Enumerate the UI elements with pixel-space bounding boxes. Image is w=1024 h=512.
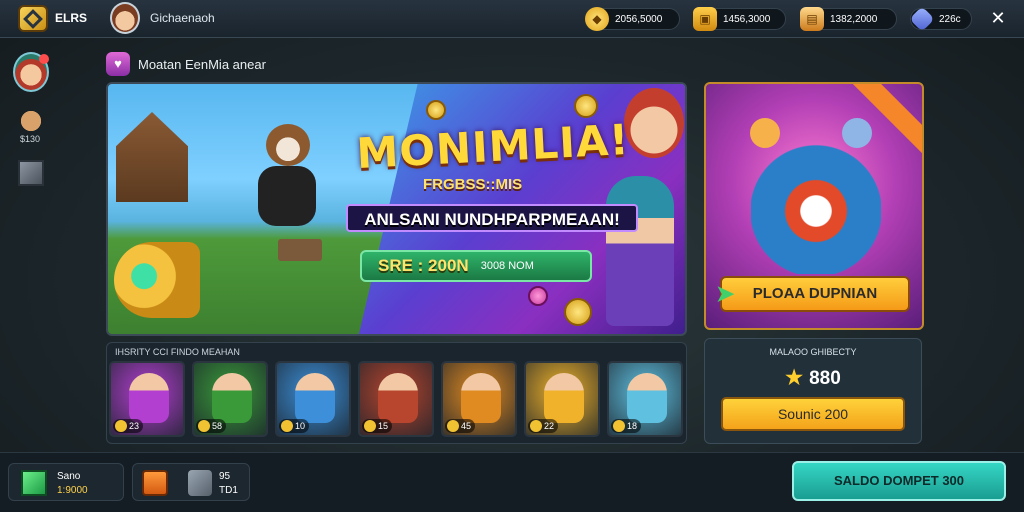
gems-value: 226c (939, 13, 961, 25)
hero-cost: 23 (113, 419, 144, 433)
close-icon[interactable]: ✕ (987, 7, 1009, 29)
hero-cost: 22 (528, 419, 559, 433)
inventory-widget[interactable]: 95 TD1 (132, 463, 250, 501)
gold-coin-icon: ◆ (585, 7, 609, 31)
cube-icon (188, 470, 212, 496)
inventory-count: 95 (219, 471, 231, 482)
hero-play-button[interactable]: ➤ PLOAA DUPNIAN (716, 276, 910, 312)
banner-hut-illustration (116, 112, 188, 202)
event-title: Moatan EenMia anear (138, 57, 266, 72)
hero-cost: 15 (362, 419, 393, 433)
notification-dot (39, 54, 49, 64)
hero-cost: 10 (279, 419, 310, 433)
hero-character (627, 373, 667, 423)
arrow-right-icon: ➤ (716, 281, 735, 306)
coin-icon (528, 286, 548, 306)
banner-subtitle: FRGBSS::MIS (423, 176, 523, 193)
chest-value: 1456,3000 (723, 13, 771, 25)
player-avatar[interactable] (110, 2, 140, 34)
wallet-title: MALAOO GHIBECTY (769, 347, 857, 357)
rail-character-label: $130 (19, 134, 41, 144)
hero-cost: 58 (196, 419, 227, 433)
banner-cta-price: SRE : 200N (378, 256, 469, 275)
coin-icon (574, 94, 598, 118)
rail-character-icon[interactable] (13, 108, 49, 134)
banner-cta-note: 3008 NOM (480, 260, 534, 272)
fist-icon (750, 118, 780, 148)
gold-counter[interactable]: ◆ 2056,5000 (585, 7, 680, 31)
chest-icon (142, 470, 168, 496)
hero-character (378, 373, 418, 423)
fist-icon (842, 118, 872, 148)
hero-tile[interactable]: 10 (275, 361, 351, 437)
hero-tile[interactable]: 23 (109, 361, 185, 437)
coin-icon (426, 100, 446, 120)
game-logo-icon[interactable] (18, 5, 48, 32)
hero-character (129, 373, 169, 423)
chest-icon: ▣ (693, 7, 717, 31)
banner-strip-text: ANLSANI NUNDHPARPMEAAN! (346, 204, 638, 232)
rail-inventory-button[interactable] (13, 160, 49, 192)
wallet-amount: 880 (809, 368, 841, 389)
hero-character (544, 373, 584, 423)
inventory-label: TD1 (219, 485, 238, 496)
hero-play-label: PLOAA DUPNIAN (752, 285, 878, 302)
hero-tile[interactable]: 22 (524, 361, 600, 437)
balance-widget[interactable]: Sano 1:9000 (8, 463, 124, 501)
banner-cta-button[interactable]: SRE : 200N 3008 NOM (360, 250, 592, 282)
balance-label: Sano (57, 471, 81, 482)
bottom-bar: Sano 1:9000 95 TD1 SALDO DOMPET 300 (0, 452, 1024, 512)
banner-stump-illustration (278, 239, 322, 261)
card-icon: ▤ (800, 7, 824, 31)
wallet-panel: MALAOO GHIBECTY ★ 880 Sounic 200 (704, 338, 922, 444)
heroes-panel-title: IHSRITY CCI FINDO MEAHAN (115, 347, 240, 357)
green-gem-icon (21, 470, 47, 496)
wallet-amount-row: ★ 880 (705, 365, 921, 390)
hero-tile[interactable]: 45 (441, 361, 517, 437)
top-bar: ELRS Gichaenaoh ◆ 2056,5000 ▣ 1456,3000 … (0, 0, 1024, 38)
featured-hero-card[interactable]: ➤ PLOAA DUPNIAN (704, 82, 924, 330)
hero-cost: 45 (445, 419, 476, 433)
coin-icon (564, 298, 592, 326)
cards-value: 1382,2000 (830, 13, 878, 25)
cards-counter[interactable]: ▤ 1382,2000 (800, 7, 897, 31)
gold-value: 2056,5000 (615, 13, 663, 25)
player-username[interactable]: Gichaenaoh (150, 11, 215, 25)
cube-icon (18, 160, 44, 186)
event-banner[interactable]: MONIMLIA! FRGBSS::MIS ANLSANI NUNDHPARPM… (106, 82, 687, 336)
star-icon: ★ (785, 367, 804, 389)
brand-name: ELRS (55, 11, 88, 25)
heart-icon: ♥ (106, 52, 130, 76)
hero-cost: 18 (611, 419, 642, 433)
hero-character (461, 373, 501, 423)
gems-counter[interactable]: 226c (909, 6, 972, 32)
wallet-buy-button[interactable]: Sounic 200 (721, 397, 905, 431)
balance-value: 1:9000 (57, 485, 88, 496)
rail-profile-avatar[interactable] (13, 52, 49, 92)
gem-icon (909, 6, 935, 32)
banner-girl-character (606, 176, 674, 326)
hero-tile[interactable]: 15 (358, 361, 434, 437)
hero-character (295, 373, 335, 423)
banner-cannon-illustration (114, 242, 200, 318)
heroes-panel: IHSRITY CCI FINDO MEAHAN 23 58 10 15 45 22 18 (106, 342, 687, 444)
chest-counter[interactable]: ▣ 1456,3000 (693, 7, 786, 31)
hero-tile[interactable]: 18 (607, 361, 683, 437)
hero-character (212, 373, 252, 423)
hero-tile[interactable]: 58 (192, 361, 268, 437)
banner-bear-character (258, 124, 318, 234)
saldo-dompet-button[interactable]: SALDO DOMPET 300 (792, 461, 1006, 501)
